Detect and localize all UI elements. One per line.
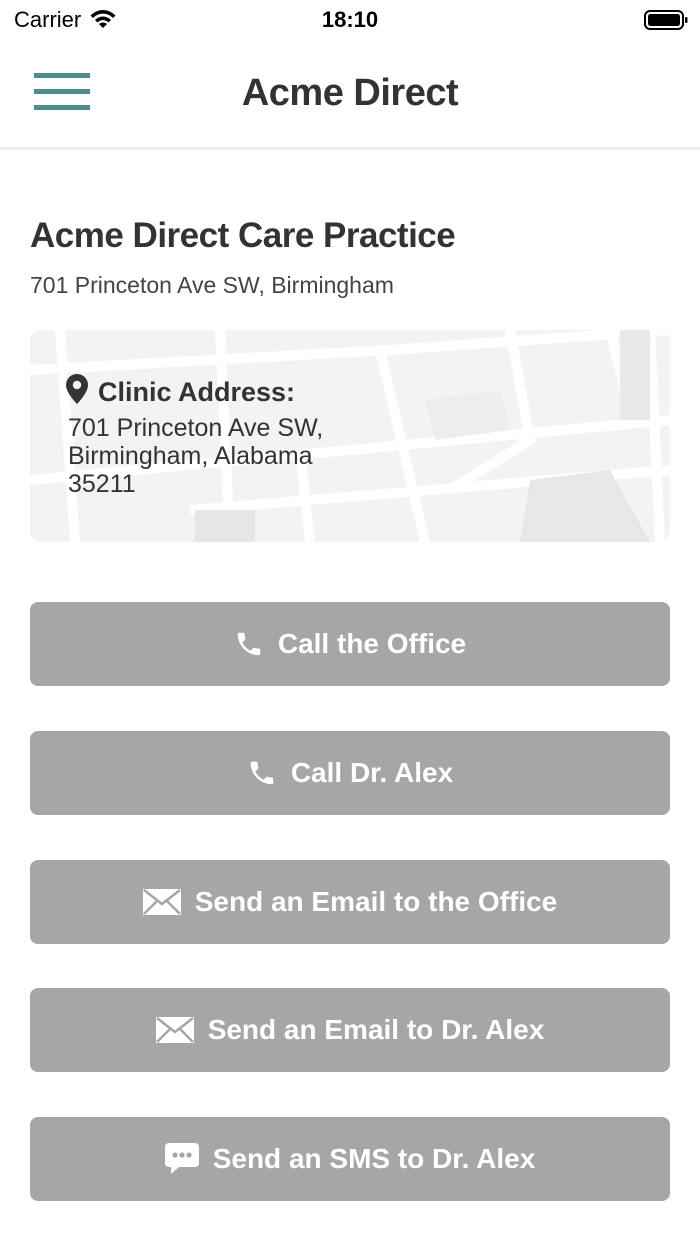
envelope-icon [155, 1017, 194, 1043]
envelope-icon [142, 889, 181, 915]
call-office-label: Call the Office [277, 628, 467, 659]
chat-bubble-icon [164, 1143, 199, 1175]
call-doctor-label: Call Dr. Alex [290, 757, 454, 788]
nav-title: Acme Direct [241, 72, 459, 114]
phone-icon [247, 758, 277, 788]
practice-address: 701 Princeton Ave SW, Birmingham [30, 272, 394, 298]
screen: Carrier 18:10 Acme Direct Acme Direct Ca… [0, 0, 700, 1244]
clinic-address-line1: 701 Princeton Ave SW, [68, 414, 324, 442]
phone-icon [234, 629, 264, 659]
clinic-address-line2: Birmingham, Alabama [68, 442, 313, 470]
location-pin-icon [66, 374, 88, 411]
email-office-button[interactable]: Send an Email to the Office [30, 860, 670, 944]
sms-doctor-label: Send an SMS to Dr. Alex [212, 1143, 536, 1174]
clinic-address-heading: Clinic Address: [66, 374, 295, 411]
email-doctor-button[interactable]: Send an Email to Dr. Alex [30, 988, 670, 1072]
email-office-label: Send an Email to the Office [194, 886, 558, 917]
email-doctor-label: Send an Email to Dr. Alex [207, 1014, 545, 1045]
clinic-map-card[interactable]: Clinic Address: 701 Princeton Ave SW, Bi… [30, 330, 670, 542]
call-doctor-button[interactable]: Call Dr. Alex [30, 731, 670, 815]
clinic-address-text: 701 Princeton Ave SW, Birmingham, Alabam… [68, 414, 388, 498]
status-bar: Carrier 18:10 [0, 0, 700, 40]
clinic-address-label: Clinic Address: [98, 377, 296, 407]
status-time: 18:10 [321, 7, 379, 32]
clinic-address-line3: 35211 [68, 470, 136, 498]
call-office-button[interactable]: Call the Office [30, 602, 670, 686]
battery-icon [644, 10, 688, 35]
practice-name: Acme Direct Care Practice [30, 216, 456, 255]
sms-doctor-button[interactable]: Send an SMS to Dr. Alex [30, 1117, 670, 1201]
navigation-bar: Acme Direct [0, 40, 700, 150]
